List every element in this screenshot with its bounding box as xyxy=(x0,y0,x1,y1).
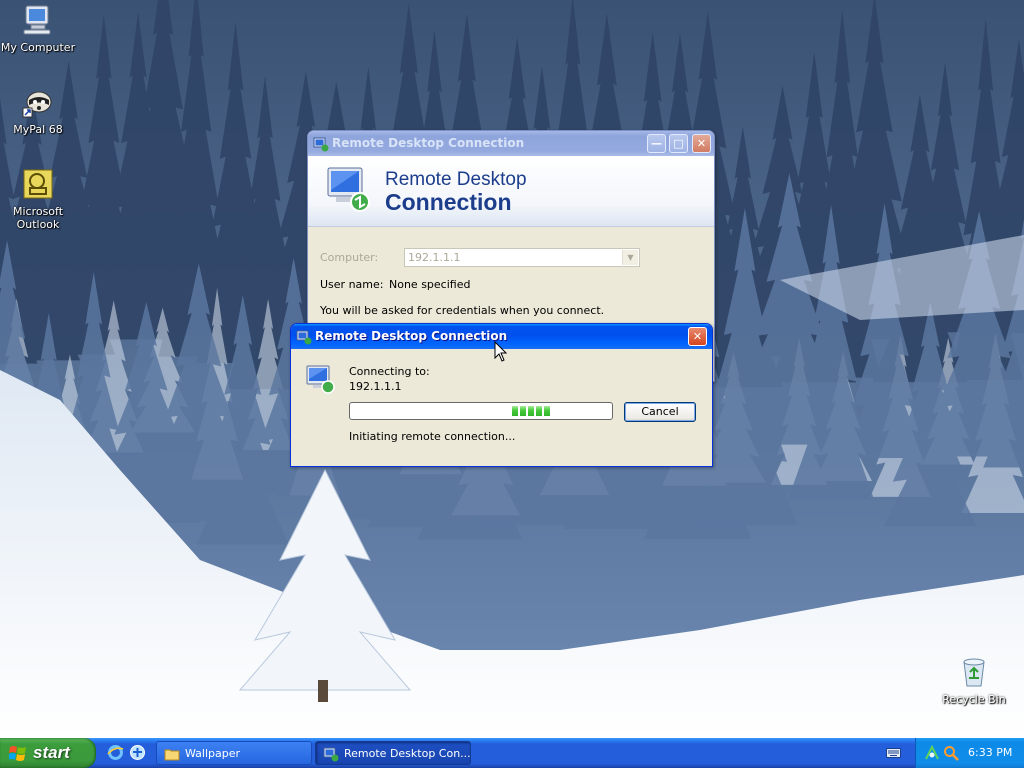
desktop-icon-label: MyPal 68 xyxy=(13,123,63,136)
chevron-down-icon[interactable]: ▼ xyxy=(622,250,638,265)
username-row: User name: None specified xyxy=(320,278,470,291)
folder-icon xyxy=(164,749,180,761)
computer-value: 192.1.1.1 xyxy=(408,251,461,264)
internet-explorer-icon[interactable] xyxy=(107,744,124,761)
banner-line2: Connection xyxy=(385,189,512,215)
credentials-note: You will be asked for credentials when y… xyxy=(320,304,605,317)
rdc-icon xyxy=(313,137,329,152)
windows-logo-icon xyxy=(9,746,26,761)
start-button[interactable]: start xyxy=(0,738,96,768)
minimize-button[interactable]: — xyxy=(647,134,666,153)
connecting-host: 192.1.1.1 xyxy=(349,380,402,393)
dialog-title: Remote Desktop Connection xyxy=(315,329,508,343)
desktop-icon-label: Recycle Bin xyxy=(942,693,1006,706)
desktop-icon-outlook[interactable]: Microsoft Outlook xyxy=(0,168,76,231)
window-title: Remote Desktop Connection xyxy=(332,136,525,150)
computer-label: Computer: xyxy=(320,251,379,264)
progress-segment xyxy=(544,406,551,416)
desktop-icon-label: My Computer xyxy=(0,41,76,54)
system-tray: 6:33 PM xyxy=(915,738,1024,768)
rdc-icon xyxy=(323,747,339,762)
keyboard-language-icon[interactable] xyxy=(886,747,901,759)
mouse-cursor-icon xyxy=(494,341,507,362)
status-text: Initiating remote connection... xyxy=(349,430,516,443)
username-label: User name: xyxy=(320,278,384,291)
connecting-label: Connecting to: xyxy=(349,365,430,378)
task-label: Wallpaper xyxy=(185,747,241,760)
taskbar-button-wallpaper[interactable]: Wallpaper xyxy=(156,741,312,765)
close-button[interactable]: ✕ xyxy=(688,327,707,346)
close-button[interactable]: ✕ xyxy=(692,134,711,153)
outlook-express-icon[interactable] xyxy=(129,744,146,761)
progress-segment xyxy=(512,406,519,416)
connection-progress-bar xyxy=(349,402,613,420)
start-label: start xyxy=(33,743,70,762)
desktop-icon-my-computer[interactable]: My Computer xyxy=(0,4,76,54)
computer-row: Computer: 192.1.1.1 ▼ xyxy=(320,248,640,267)
rdc-monitor-icon xyxy=(327,167,370,212)
desktop-icon-label: Microsoft Outlook xyxy=(12,205,64,231)
task-label: Remote Desktop Con... xyxy=(344,747,471,760)
search-icon[interactable] xyxy=(943,745,959,761)
banner-line1: Remote Desktop xyxy=(385,169,527,190)
rdc-banner: Remote Desktop Connection xyxy=(308,156,714,227)
progress-segment xyxy=(528,406,535,416)
my-computer-icon xyxy=(23,5,51,35)
desktop-icon-mypal[interactable]: MyPal 68 xyxy=(0,86,76,136)
taskbar-button-rdc[interactable]: Remote Desktop Con... xyxy=(315,741,471,765)
taskbar: start Wallpaper Remote Desktop Con... 6:… xyxy=(0,738,1024,768)
rdc-monitor-icon xyxy=(306,365,335,394)
desktop: My Computer MyPal 68 Microsoft Outlook R… xyxy=(0,0,1024,738)
rdc-main-titlebar[interactable]: Remote Desktop Connection — □ ✕ xyxy=(308,131,714,156)
computer-combobox[interactable]: 192.1.1.1 ▼ xyxy=(404,248,640,267)
outlook-icon xyxy=(23,169,53,199)
maximize-button[interactable]: □ xyxy=(669,134,688,153)
dialog-body: Connecting to: 192.1.1.1 Cancel Initiati… xyxy=(291,349,712,466)
rdc-icon xyxy=(296,330,312,345)
recycle-bin-icon xyxy=(963,658,985,687)
mypal-raccoon-icon xyxy=(22,91,52,118)
progress-segment xyxy=(520,406,527,416)
network-icon[interactable] xyxy=(924,745,940,761)
desktop-icon-recycle-bin[interactable]: Recycle Bin xyxy=(936,656,1012,706)
username-value: None specified xyxy=(389,278,471,291)
clock[interactable]: 6:33 PM xyxy=(968,746,1012,759)
progress-segment xyxy=(536,406,543,416)
cancel-button[interactable]: Cancel xyxy=(624,402,696,422)
